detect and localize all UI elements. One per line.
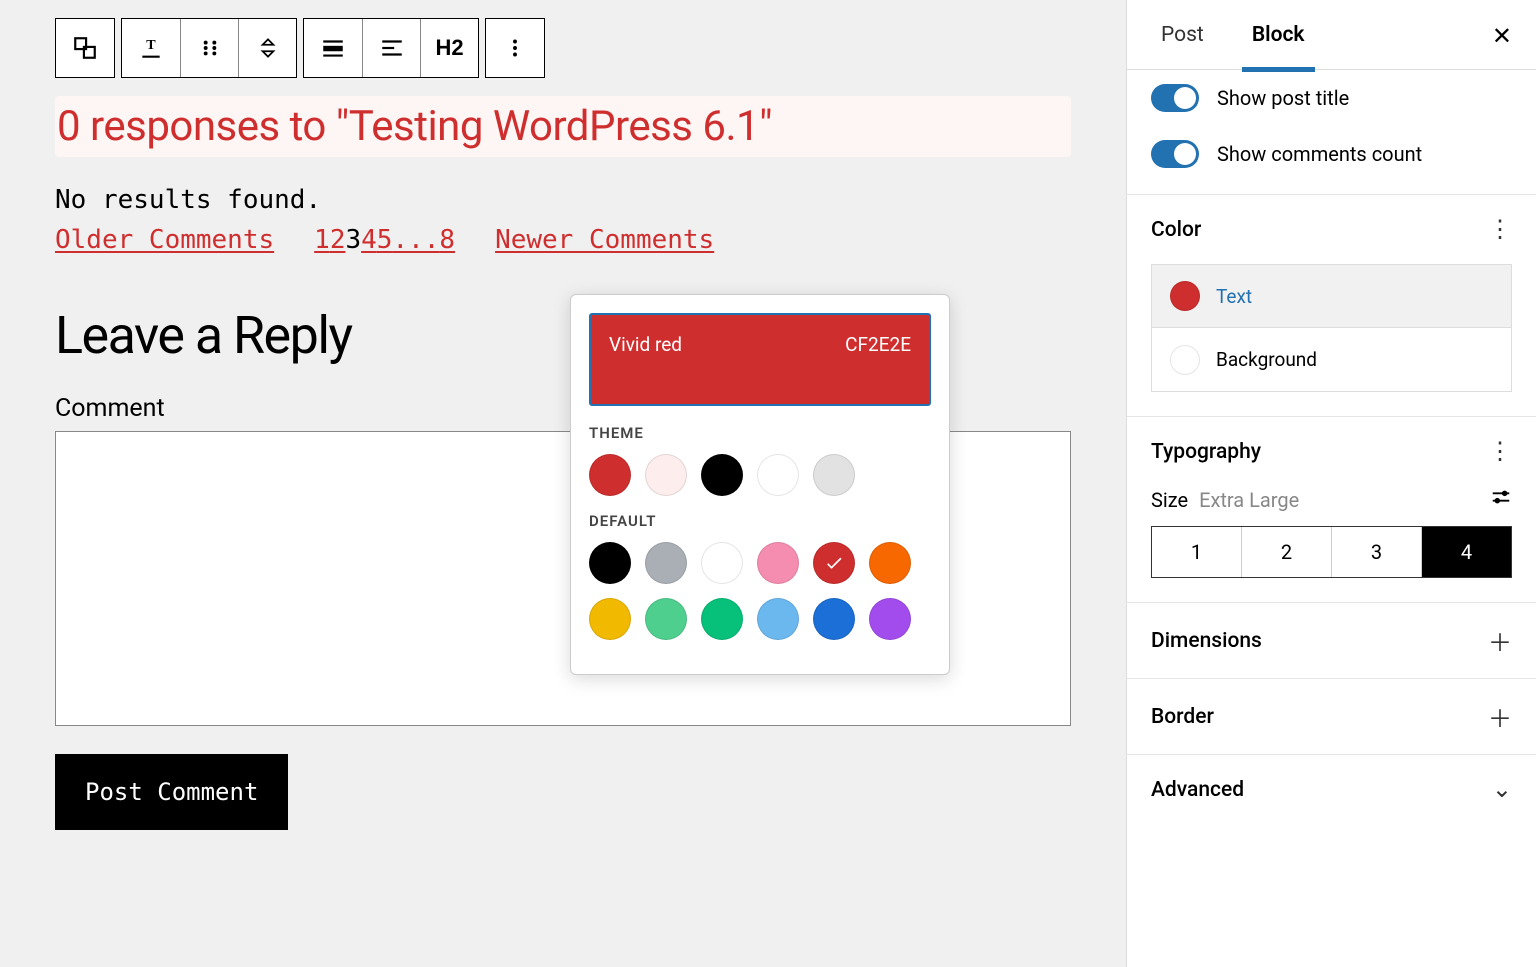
page-numbers: 12345...8 xyxy=(314,225,455,255)
settings-sidebar: Post Block ✕ Show post title Show commen… xyxy=(1126,0,1536,967)
background-swatch xyxy=(1170,345,1200,375)
color-swatch[interactable] xyxy=(813,598,855,640)
more-options-icon[interactable] xyxy=(486,19,544,77)
size-label: Size xyxy=(1151,488,1188,512)
section-border-title: Border xyxy=(1151,705,1214,729)
color-swatch[interactable] xyxy=(589,542,631,584)
color-swatch[interactable] xyxy=(757,598,799,640)
color-popup-header[interactable]: Vivid red CF2E2E xyxy=(589,313,931,406)
toggle-show-title-switch[interactable] xyxy=(1151,84,1199,112)
text-swatch xyxy=(1170,281,1200,311)
color-swatch[interactable] xyxy=(645,454,687,496)
plus-icon[interactable]: ＋ xyxy=(1488,699,1512,734)
color-swatch[interactable] xyxy=(757,542,799,584)
comments-title-block[interactable]: 0 responses to "Testing WordPress 6.1" xyxy=(55,96,1071,157)
size-value: Extra Large xyxy=(1199,488,1299,512)
color-swatch[interactable] xyxy=(701,454,743,496)
newer-comments-link[interactable]: Newer Comments xyxy=(495,225,714,255)
block-type-icon[interactable] xyxy=(56,19,114,77)
typography-options-icon[interactable]: ⋮ xyxy=(1488,437,1512,466)
default-label: DEFAULT xyxy=(589,512,931,530)
heading-level-button[interactable]: H2 xyxy=(420,19,478,77)
chevron-down-icon[interactable]: ⌄ xyxy=(1492,775,1512,804)
comments-pagination: Older Comments 12345...8 Newer Comments xyxy=(55,225,1071,255)
section-dimensions-title: Dimensions xyxy=(1151,629,1262,653)
tab-block[interactable]: Block xyxy=(1242,3,1315,72)
page-number[interactable]: 5 xyxy=(377,225,393,255)
page-number[interactable]: 4 xyxy=(361,225,377,255)
section-border[interactable]: Border ＋ xyxy=(1127,678,1536,754)
size-segment[interactable]: 3 xyxy=(1331,527,1421,577)
page-number[interactable]: ... xyxy=(392,225,439,255)
default-swatches xyxy=(589,542,931,640)
section-typography-title: Typography xyxy=(1151,440,1261,464)
color-name: Vivid red xyxy=(609,333,682,356)
color-swatch[interactable] xyxy=(589,454,631,496)
section-color: Color ⋮ xyxy=(1127,194,1536,264)
color-swatch[interactable] xyxy=(645,598,687,640)
plus-icon[interactable]: ＋ xyxy=(1488,623,1512,658)
color-swatch[interactable] xyxy=(813,542,855,584)
align-left-icon[interactable] xyxy=(362,19,420,77)
block-toolbar: T H2 xyxy=(55,18,1071,78)
background-color-row[interactable]: Background xyxy=(1151,328,1512,392)
page-number[interactable]: 2 xyxy=(330,225,346,255)
svg-text:T: T xyxy=(146,37,156,53)
editor-canvas: T H2 0 responses to "Testing WordPress 6… xyxy=(0,0,1126,967)
toggle-show-count-label: Show comments count xyxy=(1217,142,1422,166)
sliders-icon[interactable] xyxy=(1490,486,1512,514)
page-number[interactable]: 8 xyxy=(439,225,455,255)
color-swatch[interactable] xyxy=(645,542,687,584)
section-typography: Typography ⋮ xyxy=(1127,416,1536,486)
older-comments-link[interactable]: Older Comments xyxy=(55,225,274,255)
post-comment-button[interactable]: Post Comment xyxy=(55,754,288,830)
drag-handle-icon[interactable] xyxy=(180,19,238,77)
size-segment[interactable]: 2 xyxy=(1241,527,1331,577)
text-color-row[interactable]: Text xyxy=(1151,264,1512,328)
toggle-show-title: Show post title xyxy=(1127,70,1536,126)
background-color-label: Background xyxy=(1216,348,1317,371)
color-swatch[interactable] xyxy=(589,598,631,640)
color-swatch[interactable] xyxy=(757,454,799,496)
color-rows: Text Background xyxy=(1127,264,1536,416)
tab-post[interactable]: Post xyxy=(1151,3,1214,67)
toggle-show-count: Show comments count xyxy=(1127,126,1536,194)
color-swatch[interactable] xyxy=(701,542,743,584)
page-number[interactable]: 1 xyxy=(314,225,330,255)
color-picker-popup: Vivid red CF2E2E THEME DEFAULT xyxy=(570,294,950,675)
size-row: Size Extra Large xyxy=(1127,486,1536,526)
toggle-show-title-label: Show post title xyxy=(1217,86,1349,110)
size-segments: 1234 xyxy=(1151,526,1512,578)
text-color-label: Text xyxy=(1216,285,1252,308)
section-dimensions[interactable]: Dimensions ＋ xyxy=(1127,602,1536,678)
align-text-icon[interactable]: T xyxy=(122,19,180,77)
sidebar-tabs: Post Block ✕ xyxy=(1127,0,1536,70)
section-color-title: Color xyxy=(1151,218,1201,242)
color-hex: CF2E2E xyxy=(845,333,911,356)
section-advanced[interactable]: Advanced ⌄ xyxy=(1127,754,1536,824)
align-full-icon[interactable] xyxy=(304,19,362,77)
move-updown-icon[interactable] xyxy=(238,19,296,77)
no-results-text: No results found. xyxy=(55,185,1071,215)
theme-swatches xyxy=(589,454,931,496)
page-number: 3 xyxy=(345,225,361,255)
color-swatch[interactable] xyxy=(701,598,743,640)
color-swatch[interactable] xyxy=(869,598,911,640)
theme-label: THEME xyxy=(589,424,931,442)
toggle-show-count-switch[interactable] xyxy=(1151,140,1199,168)
size-segment[interactable]: 1 xyxy=(1152,527,1241,577)
color-swatch[interactable] xyxy=(869,542,911,584)
color-swatch[interactable] xyxy=(813,454,855,496)
section-advanced-title: Advanced xyxy=(1151,778,1244,802)
size-segment[interactable]: 4 xyxy=(1421,527,1511,577)
close-icon[interactable]: ✕ xyxy=(1492,22,1512,51)
color-options-icon[interactable]: ⋮ xyxy=(1488,215,1512,244)
